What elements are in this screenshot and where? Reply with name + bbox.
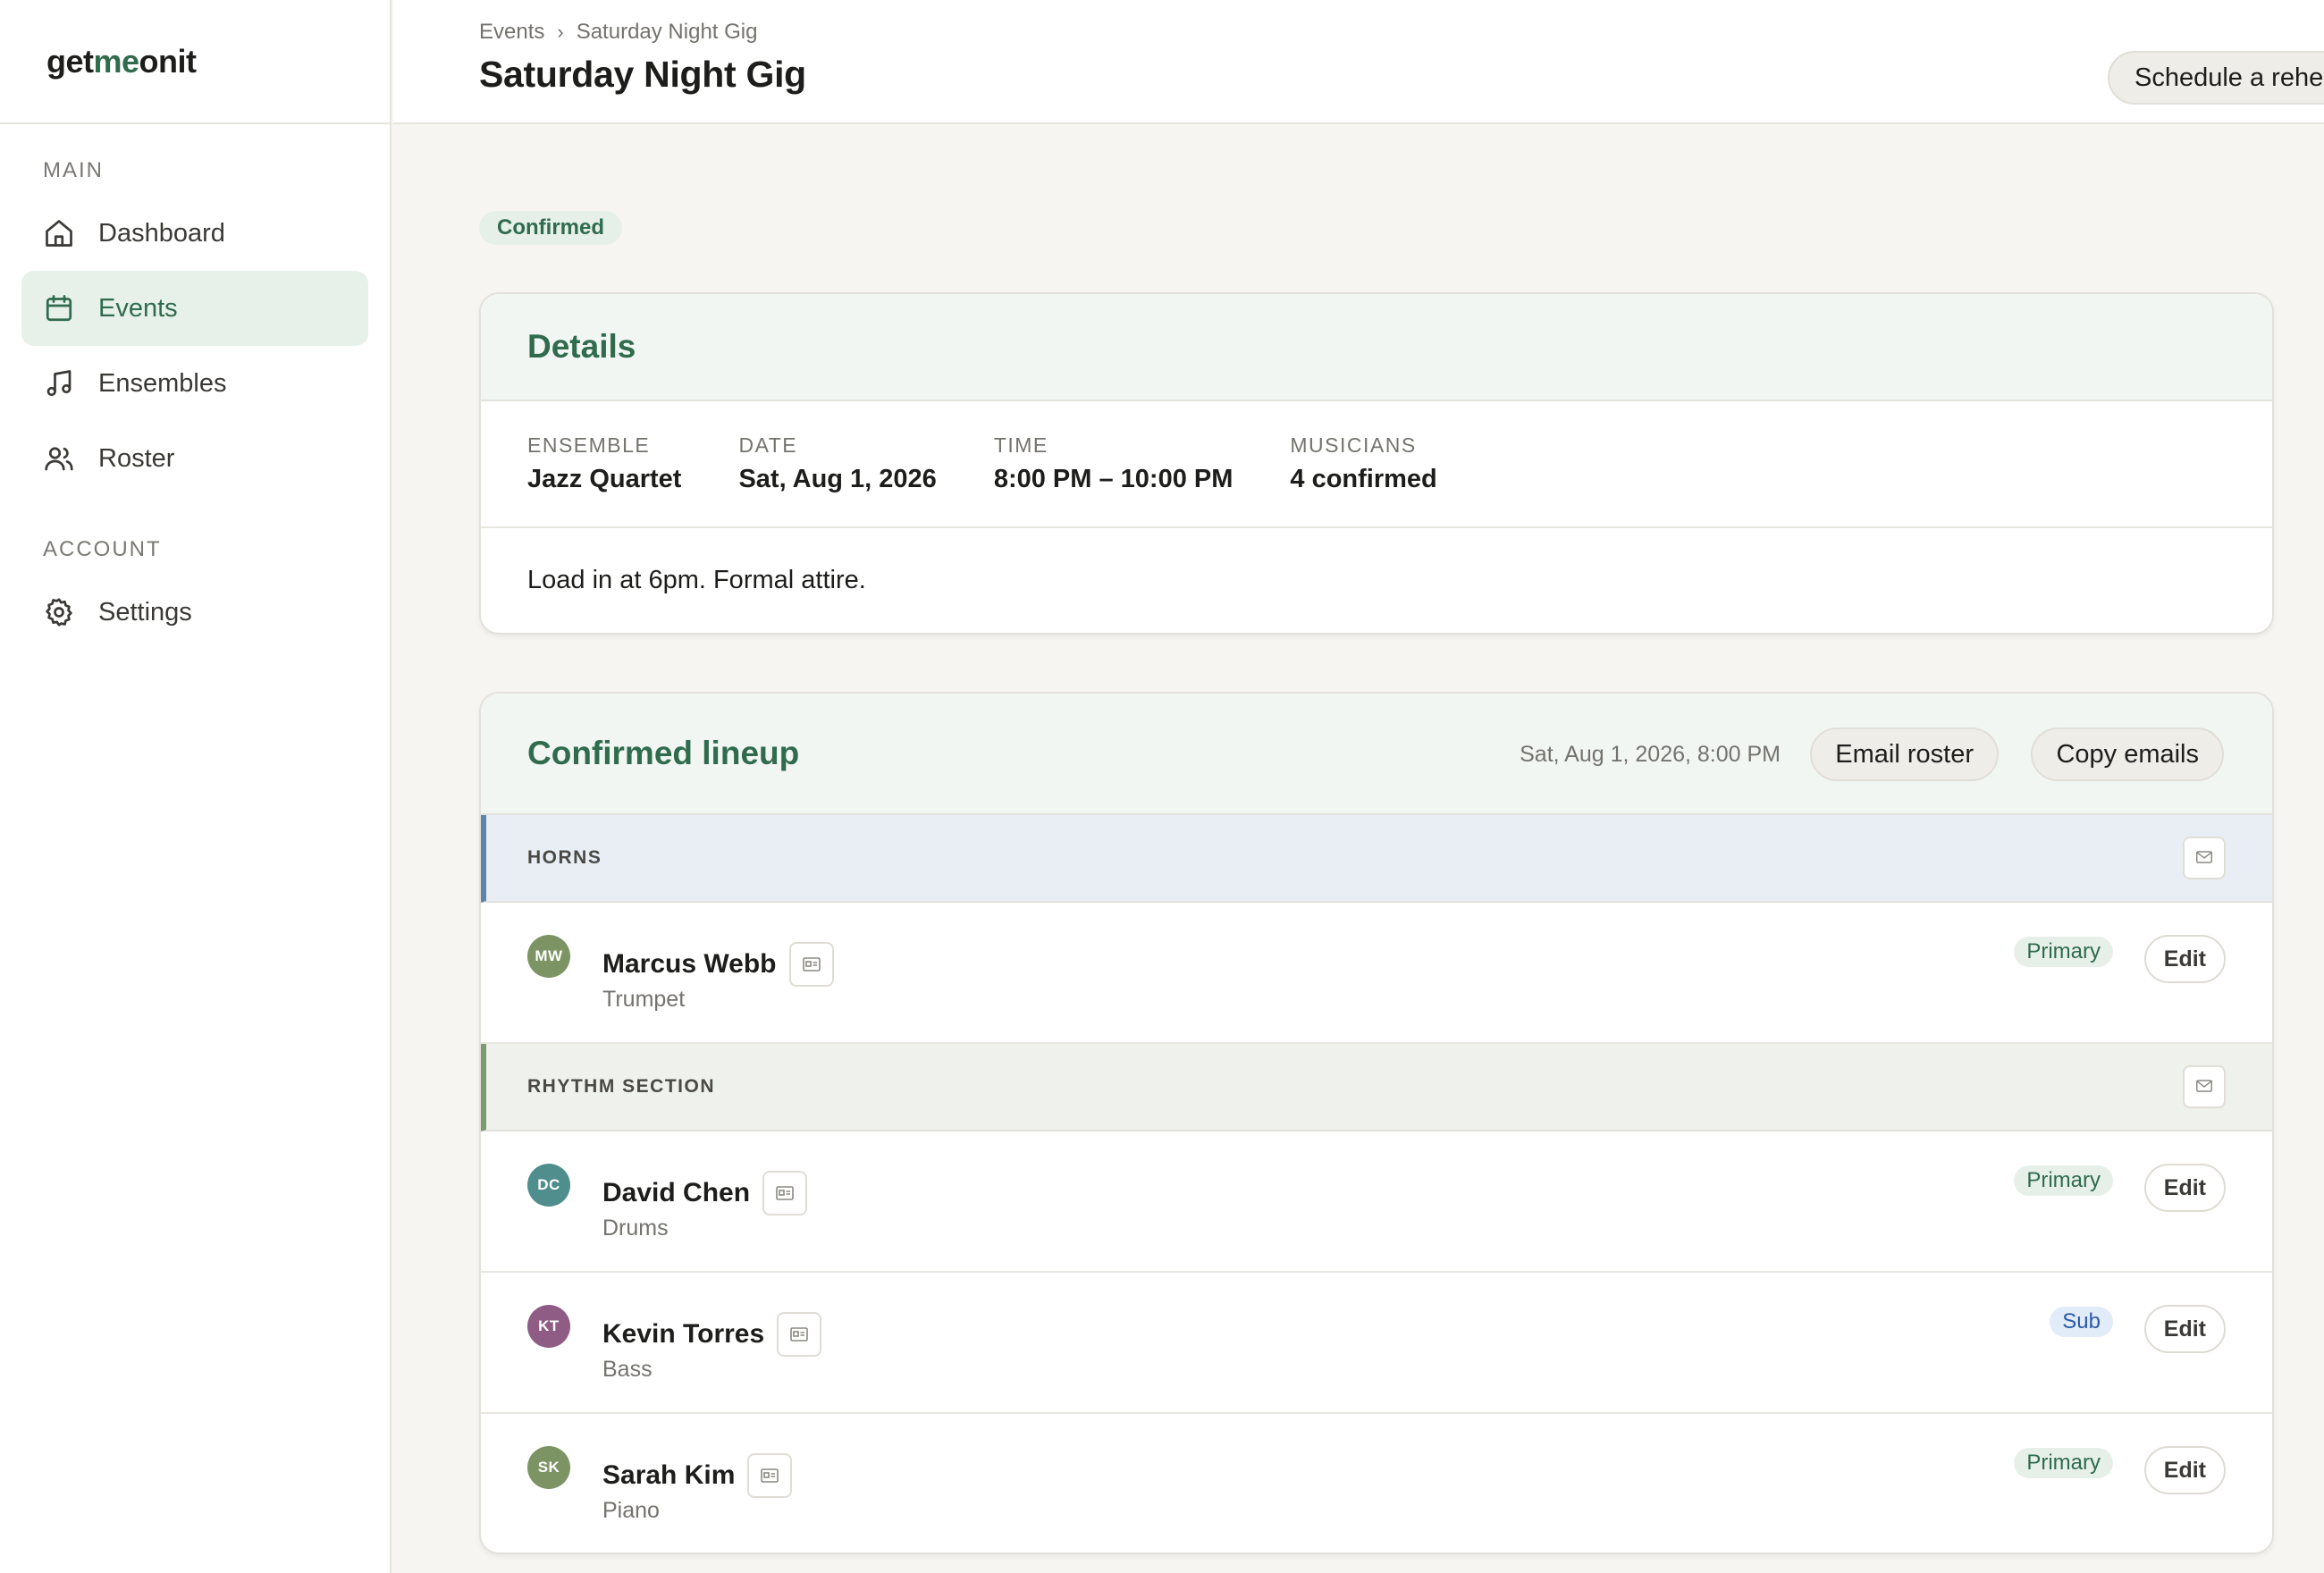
avatar: DC [527, 1164, 570, 1207]
contact-card-icon[interactable] [747, 1453, 793, 1498]
mail-icon [2194, 1076, 2214, 1098]
email-roster-button[interactable]: Email roster [1810, 728, 1999, 781]
meta-label: ENSEMBLE [527, 433, 651, 457]
breadcrumb-item-current: Saturday Night Gig [576, 20, 758, 44]
music-note-icon [43, 367, 75, 400]
meta-value: 8:00 PM – 10:00 PM [993, 465, 1234, 493]
meta-value: Jazz Quartet [527, 465, 682, 493]
sidebar-item-label: Roster [98, 443, 175, 473]
meta-value: Sat, Aug 1, 2026 [738, 465, 937, 493]
sidebar-item-label: Settings [98, 597, 192, 627]
page-title: Saturday Night Gig [479, 54, 806, 95]
contact-card-icon[interactable] [762, 1171, 808, 1216]
details-card: Details ENSEMBLE Jazz Quartet DATE Sat, … [479, 292, 2274, 635]
lineup-card-header: Confirmed lineup Sat, Aug 1, 2026, 8:00 … [481, 694, 2272, 815]
table-row: KT Kevin Torres Bass Sub Edit [481, 1273, 2272, 1414]
role-badge: Sub [2050, 1307, 2113, 1337]
sidebar-item-label: Ensembles [98, 368, 227, 398]
meta-date: DATE Sat, Aug 1, 2026 [738, 433, 936, 494]
chevron-right-icon: › [557, 21, 564, 43]
section-header-rhythm: RHYTHM SECTION [481, 1044, 2272, 1131]
meta-musicians: MUSICIANS 4 confirmed [1290, 433, 1436, 494]
breadcrumb: Events › Saturday Night Gig [479, 20, 757, 45]
member-name[interactable]: David Chen [602, 1178, 750, 1208]
nav-section-main: MAIN Dashboard Events Ensembles Roster [0, 124, 390, 496]
avatar: SK [527, 1446, 570, 1489]
home-icon [43, 217, 75, 249]
member-name[interactable]: Marcus Webb [602, 949, 777, 980]
contact-card-icon[interactable] [777, 1312, 822, 1357]
role-badge: Primary [2014, 1165, 2113, 1196]
status-badge: Confirmed [479, 211, 622, 245]
table-row: DC David Chen Drums Primary Edit [481, 1131, 2272, 1273]
sidebar-item-dashboard[interactable]: Dashboard [21, 196, 368, 271]
sidebar-item-events[interactable]: Events [21, 271, 368, 346]
meta-label: MUSICIANS [1290, 433, 1417, 457]
meta-value: 4 confirmed [1290, 465, 1437, 493]
table-row: SK Sarah Kim Piano Primary Edit [481, 1414, 2272, 1552]
section-label: RHYTHM SECTION [527, 1076, 715, 1097]
page-header: Events › Saturday Night Gig Saturday Nig… [393, 0, 2324, 124]
edit-button[interactable]: Edit [2143, 935, 2226, 983]
copy-emails-button[interactable]: Copy emails [2031, 728, 2224, 781]
edit-button[interactable]: Edit [2143, 1164, 2226, 1212]
role-badge: Primary [2014, 937, 2113, 967]
member-instrument: Drums [602, 1216, 669, 1241]
sidebar: get me onit MAIN Dashboard Events Ensemble… [0, 0, 392, 1573]
sidebar-item-roster[interactable]: Roster [21, 421, 368, 496]
sidebar-item-settings[interactable]: Settings [21, 575, 368, 650]
meta-label: TIME [993, 433, 1048, 457]
nav-label-account: ACCOUNT [43, 537, 162, 561]
edit-button[interactable]: Edit [2143, 1305, 2226, 1353]
gear-icon [43, 596, 75, 628]
details-meta-row: ENSEMBLE Jazz Quartet DATE Sat, Aug 1, 2… [481, 401, 2272, 528]
member-name-wrap: Kevin Torres [602, 1312, 822, 1357]
brand-suffix: onit [139, 42, 197, 80]
brand-logo[interactable]: get me onit [0, 0, 390, 124]
avatar: KT [527, 1305, 570, 1348]
schedule-rehearsal-button[interactable]: Schedule a rehe [2108, 51, 2324, 105]
member-instrument: Piano [602, 1498, 660, 1523]
member-instrument: Bass [602, 1357, 653, 1382]
details-card-header: Details [481, 294, 2272, 401]
users-icon [43, 442, 75, 475]
avatar: MW [527, 935, 570, 978]
contact-card-icon[interactable] [788, 942, 834, 987]
breadcrumb-item-events[interactable]: Events [479, 20, 544, 45]
member-instrument: Trumpet [602, 987, 686, 1012]
lineup-title: Confirmed lineup [527, 735, 800, 771]
sidebar-item-label: Events [98, 293, 178, 323]
lineup-card: Confirmed lineup Sat, Aug 1, 2026, 8:00 … [479, 692, 2274, 1554]
lineup-timestamp: Sat, Aug 1, 2026, 8:00 PM [1520, 741, 1781, 767]
sidebar-item-label: Dashboard [98, 218, 225, 248]
meta-label: DATE [738, 433, 798, 457]
meta-time: TIME 8:00 PM – 10:00 PM [994, 433, 1234, 494]
brand-prefix: get [46, 42, 94, 80]
brand-accent: me [93, 42, 140, 80]
mail-icon [2194, 847, 2214, 870]
calendar-icon [43, 292, 75, 324]
email-section-button[interactable] [2183, 837, 2226, 879]
role-badge: Primary [2014, 1448, 2113, 1478]
nav-label-main: MAIN [43, 158, 104, 182]
sidebar-item-ensembles[interactable]: Ensembles [21, 346, 368, 421]
email-section-button[interactable] [2183, 1065, 2226, 1108]
member-name-wrap: Marcus Webb [602, 942, 834, 987]
nav-section-account: ACCOUNT Settings [0, 496, 390, 650]
edit-button[interactable]: Edit [2143, 1446, 2226, 1494]
member-name-wrap: David Chen [602, 1171, 808, 1216]
section-header-horns: HORNS [481, 815, 2272, 903]
section-label: HORNS [527, 847, 602, 868]
event-notes: Load in at 6pm. Formal attire. [527, 566, 866, 594]
details-title: Details [527, 328, 636, 365]
member-name[interactable]: Sarah Kim [602, 1460, 735, 1491]
table-row: MW Marcus Webb Trumpet Primary Edit [481, 903, 2272, 1044]
meta-ensemble: ENSEMBLE Jazz Quartet [527, 433, 681, 494]
member-name-wrap: Sarah Kim [602, 1453, 793, 1498]
member-name[interactable]: Kevin Torres [602, 1319, 764, 1350]
